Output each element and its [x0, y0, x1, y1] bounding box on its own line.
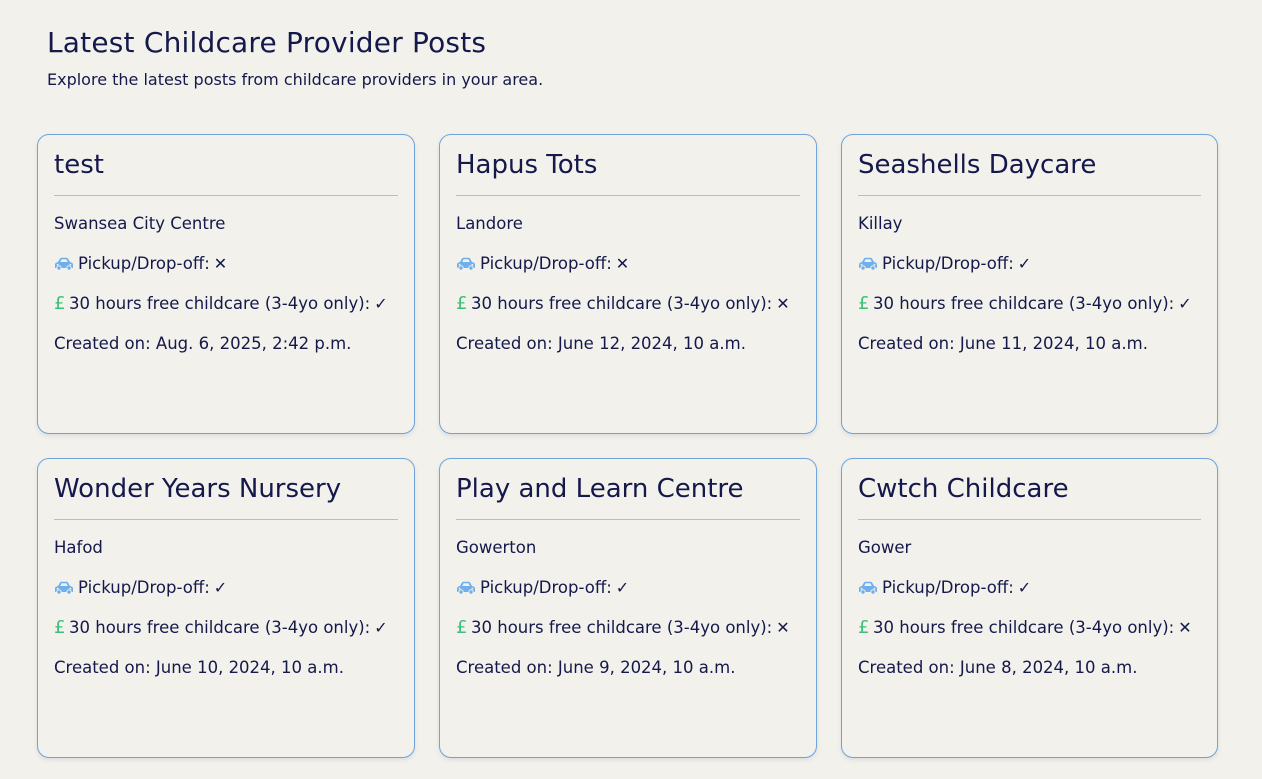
page-title: Latest Childcare Provider Posts	[47, 26, 487, 59]
provider-location: Landore	[456, 214, 523, 233]
provider-name: Seashells Daycare	[858, 150, 1097, 180]
pound-icon: £	[54, 617, 66, 638]
free-hours-label: 30 hours free childcare (3-4yo only):	[69, 618, 371, 637]
card-divider	[456, 519, 800, 520]
pickup-status-icon-cross: ✕	[615, 254, 630, 273]
provider-post-card[interactable]: test Swansea City Centre Pickup/Drop-off…	[37, 134, 415, 434]
car-icon	[55, 257, 73, 271]
car-icon	[457, 581, 475, 595]
provider-post-card[interactable]: Hapus Tots Landore Pickup/Drop-off: ✕ £ …	[439, 134, 817, 434]
provider-location: Killay	[858, 214, 903, 233]
pickup-status-icon-check: ✓	[213, 578, 228, 597]
card-divider	[858, 195, 1201, 196]
card-divider	[54, 195, 398, 196]
car-icon	[859, 581, 877, 595]
free-hours-status-icon-check: ✓	[374, 294, 388, 313]
free-hours-label: 30 hours free childcare (3-4yo only):	[873, 618, 1175, 637]
free-hours-row: £ 30 hours free childcare (3-4yo only): …	[456, 294, 800, 314]
provider-name: Wonder Years Nursery	[54, 474, 342, 504]
free-hours-label: 30 hours free childcare (3-4yo only):	[471, 618, 773, 637]
provider-post-card[interactable]: Play and Learn Centre Gowerton Pickup/Dr…	[439, 458, 817, 758]
free-hours-status-icon-cross: ✕	[1178, 618, 1192, 637]
pickup-label: Pickup/Drop-off:	[480, 254, 612, 273]
free-hours-label: 30 hours free childcare (3-4yo only):	[873, 294, 1175, 313]
provider-post-card[interactable]: Seashells Daycare Killay Pickup/Drop-off…	[841, 134, 1218, 434]
pound-icon: £	[54, 293, 66, 314]
car-icon	[859, 257, 877, 271]
pickup-label: Pickup/Drop-off:	[78, 254, 210, 273]
provider-post-card[interactable]: Cwtch Childcare Gower Pickup/Drop-off: ✓…	[841, 458, 1218, 758]
free-hours-status-icon-cross: ✕	[776, 618, 790, 637]
card-divider	[858, 519, 1201, 520]
created-date: Created on: June 12, 2024, 10 a.m.	[456, 334, 746, 353]
provider-location: Hafod	[54, 538, 103, 557]
car-icon	[457, 257, 475, 271]
pickup-label: Pickup/Drop-off:	[882, 254, 1014, 273]
pickup-row: Pickup/Drop-off: ✕	[54, 254, 398, 274]
provider-location: Gower	[858, 538, 912, 557]
free-hours-status-icon-check: ✓	[1178, 294, 1192, 313]
created-date: Created on: June 10, 2024, 10 a.m.	[54, 658, 344, 677]
pickup-status-icon-check: ✓	[615, 578, 630, 597]
page-header: Latest Childcare Provider Posts Explore …	[47, 24, 543, 90]
provider-location: Swansea City Centre	[54, 214, 226, 233]
free-hours-label: 30 hours free childcare (3-4yo only):	[471, 294, 773, 313]
pound-icon: £	[456, 293, 468, 314]
free-hours-row: £ 30 hours free childcare (3-4yo only): …	[54, 294, 398, 314]
provider-location: Gowerton	[456, 538, 537, 557]
pickup-row: Pickup/Drop-off: ✓	[456, 578, 800, 598]
pound-icon: £	[858, 617, 870, 638]
card-divider	[456, 195, 800, 196]
free-hours-row: £ 30 hours free childcare (3-4yo only): …	[456, 618, 800, 638]
provider-name: Hapus Tots	[456, 150, 598, 180]
pickup-label: Pickup/Drop-off:	[78, 578, 210, 597]
pound-icon: £	[456, 617, 468, 638]
provider-name: Cwtch Childcare	[858, 474, 1069, 504]
pound-icon: £	[858, 293, 870, 314]
provider-post-card[interactable]: Wonder Years Nursery Hafod Pickup/Drop-o…	[37, 458, 415, 758]
free-hours-label: 30 hours free childcare (3-4yo only):	[69, 294, 371, 313]
pickup-status-icon-check: ✓	[1017, 254, 1032, 273]
pickup-label: Pickup/Drop-off:	[480, 578, 612, 597]
card-divider	[54, 519, 398, 520]
pickup-row: Pickup/Drop-off: ✓	[858, 254, 1201, 274]
pickup-row: Pickup/Drop-off: ✕	[456, 254, 800, 274]
posts-grid: test Swansea City Centre Pickup/Drop-off…	[37, 134, 1218, 758]
created-date: Created on: June 11, 2024, 10 a.m.	[858, 334, 1148, 353]
page: Latest Childcare Provider Posts Explore …	[0, 0, 1262, 779]
free-hours-row: £ 30 hours free childcare (3-4yo only): …	[858, 294, 1201, 314]
car-icon	[55, 581, 73, 595]
pickup-label: Pickup/Drop-off:	[882, 578, 1014, 597]
free-hours-row: £ 30 hours free childcare (3-4yo only): …	[54, 618, 398, 638]
created-date: Created on: Aug. 6, 2025, 2:42 p.m.	[54, 334, 352, 353]
pickup-row: Pickup/Drop-off: ✓	[858, 578, 1201, 598]
provider-name: Play and Learn Centre	[456, 474, 744, 504]
pickup-status-icon-check: ✓	[1017, 578, 1032, 597]
page-subtitle: Explore the latest posts from childcare …	[47, 70, 544, 89]
provider-name: test	[54, 150, 104, 180]
free-hours-status-icon-check: ✓	[374, 618, 388, 637]
pickup-row: Pickup/Drop-off: ✓	[54, 578, 398, 598]
created-date: Created on: June 8, 2024, 10 a.m.	[858, 658, 1138, 677]
pickup-status-icon-cross: ✕	[213, 254, 228, 273]
free-hours-row: £ 30 hours free childcare (3-4yo only): …	[858, 618, 1201, 638]
created-date: Created on: June 9, 2024, 10 a.m.	[456, 658, 736, 677]
free-hours-status-icon-cross: ✕	[776, 294, 790, 313]
